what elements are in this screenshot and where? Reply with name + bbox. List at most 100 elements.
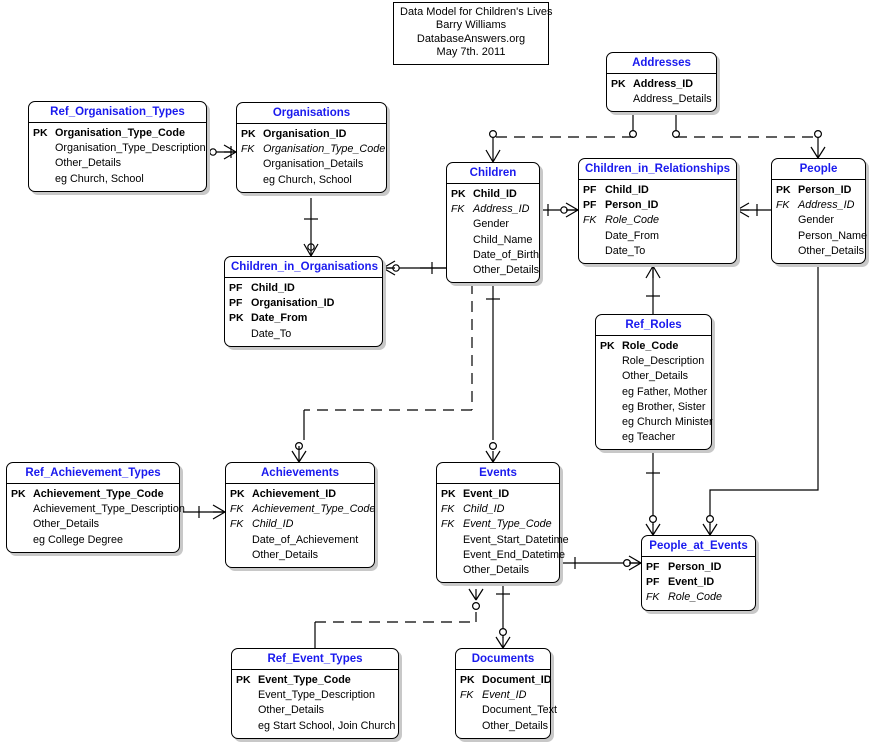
- entity-title-people: People: [772, 159, 865, 180]
- attribute-row: Gender: [451, 217, 534, 232]
- link-organisation-type-to-organisations: [207, 144, 237, 160]
- attribute-name: Person_ID: [798, 184, 852, 196]
- link-children-to-events: [485, 283, 501, 463]
- attribute-key-marker: FK: [230, 503, 244, 516]
- entity-people[interactable]: People PK Person_ID FK Address_ID Gender Per…: [771, 158, 868, 265]
- attribute-key-marker: FK: [460, 689, 474, 702]
- attribute-name: eg Start School, Join Church: [258, 719, 396, 732]
- attribute-name: Date_To: [251, 327, 292, 340]
- attribute-name: Person_Name: [798, 229, 868, 242]
- attribute-key-marker: PK: [441, 488, 456, 500]
- attribute-row: FK Address_ID: [451, 202, 534, 217]
- attribute-name: eg Church, School: [263, 173, 352, 186]
- entity-children[interactable]: Children PK Child_ID FK Address_ID Gender Ch…: [446, 162, 540, 284]
- entity-addresses[interactable]: Addresses PK Address_ID Address_Details: [606, 52, 717, 113]
- attribute-name: eg Father, Mother: [622, 385, 708, 398]
- attribute-row: eg Brother, Sister: [600, 400, 706, 415]
- attribute-row: Date_of_Birth: [451, 248, 539, 263]
- attribute-name: Role_Description: [622, 355, 705, 368]
- attribute-name: Achievement_ID: [252, 488, 337, 500]
- attribute-key-marker: FK: [646, 591, 660, 604]
- attribute-key-marker: FK: [441, 518, 455, 531]
- attribute-list-children_in_relationships: PF Child_ID PF Person_ID FK Role_Code Date_Fr…: [579, 180, 736, 263]
- attribute-name: Date_To: [605, 244, 646, 257]
- attribute-name: Address_ID: [633, 78, 694, 90]
- attribute-name: Gender: [798, 214, 835, 227]
- attribute-row: eg Teacher: [600, 430, 706, 445]
- attribute-row: PK Organisation_ID: [241, 127, 381, 142]
- attribute-key-marker: PK: [451, 188, 466, 200]
- entity-title-children_in_relationships: Children_in_Relationships: [579, 159, 736, 180]
- attribute-name: eg College Degree: [33, 533, 124, 546]
- attribute-row: FK Role_Code: [646, 590, 750, 605]
- attribute-name: Person_ID: [668, 561, 722, 573]
- attribute-row: Other_Details: [460, 719, 549, 734]
- attribute-name: Other_Details: [482, 719, 549, 732]
- attribute-row: eg Father, Mother: [600, 385, 708, 400]
- attribute-row: eg Church Minister: [600, 415, 713, 430]
- er-diagram-canvas: Data Model for Children's Lives Barry Wi…: [0, 0, 871, 746]
- attribute-name: Address_Details: [633, 93, 712, 106]
- link-people-to-children-in-relationships: [736, 202, 771, 218]
- attribute-key-marker: FK: [241, 143, 255, 156]
- entity-people_at_events[interactable]: People_at_Events PF Person_ID PF Event_ID FK R…: [641, 535, 756, 611]
- attribute-row: PK Child_ID: [451, 187, 534, 202]
- link-achievement-types-to-achievements: [180, 504, 226, 520]
- attribute-row: FK Event_ID: [460, 688, 545, 703]
- entity-title-ref_event_types: Ref_Event_Types: [232, 649, 398, 670]
- entity-ref_achievement_types[interactable]: Ref_Achievement_Types PK Achievement_Type_…: [6, 462, 185, 553]
- attribute-key-marker: PK: [600, 340, 615, 352]
- attribute-row: PK Organisation_Type_Code: [33, 126, 201, 141]
- entity-organisations[interactable]: Organisations PK Organisation_ID FK Organisa…: [236, 102, 387, 193]
- attribute-name: Address_ID: [473, 203, 530, 216]
- attribute-row: PK Document_ID: [460, 673, 552, 688]
- attribute-name: Child_ID: [251, 282, 295, 294]
- entity-children_in_relationships[interactable]: Children_in_Relationships PF Child_ID PF Per…: [578, 158, 737, 265]
- entity-ref_event_types[interactable]: Ref_Event_Types PK Event_Type_Code Event_T…: [231, 648, 399, 739]
- attribute-row: PK Event_ID: [441, 487, 554, 502]
- attribute-name: Person_ID: [605, 199, 659, 212]
- attribute-name: Organisation_ID: [263, 128, 347, 140]
- attribute-row: FK Organisation_Type_Code: [241, 142, 385, 157]
- attribute-row: FK Achievement_Type_Code: [230, 502, 375, 517]
- attribute-row: Other_Details: [236, 703, 393, 718]
- attribute-name: Role_Code: [668, 591, 723, 604]
- attribute-row: FK Child_ID: [441, 502, 554, 517]
- attribute-key-marker: PK: [460, 674, 475, 686]
- entity-ref_roles[interactable]: Ref_Roles PK Role_Code Role_Description Ot…: [595, 314, 713, 451]
- entity-children_in_organisations[interactable]: Children_in_Organisations PF Child_ID PF Org…: [224, 256, 383, 347]
- attribute-row: PK Date_From: [229, 311, 377, 326]
- attribute-name: eg Church, School: [55, 172, 144, 185]
- entity-title-achievements: Achievements: [226, 463, 374, 484]
- attribute-name: Address_ID: [798, 199, 855, 212]
- entity-title-events: Events: [437, 463, 559, 484]
- title-line-4: May 7th. 2011: [436, 46, 506, 59]
- attribute-row: eg Church, School: [33, 172, 201, 187]
- attribute-row: Date_To: [229, 327, 377, 342]
- attribute-row: PF Event_ID: [646, 575, 750, 590]
- attribute-key-marker: PK: [776, 184, 791, 196]
- attribute-list-children: PK Child_ID FK Address_ID Gender Child_Name…: [447, 184, 539, 282]
- attribute-key-marker: PF: [229, 297, 243, 310]
- attribute-row: eg Church, School: [241, 173, 381, 188]
- attribute-key-marker: PK: [236, 674, 251, 686]
- entity-achievements[interactable]: Achievements PK Achievement_ID FK Achievemen…: [225, 462, 375, 569]
- attribute-name: Achievement_Type_Description: [33, 503, 185, 516]
- attribute-name: eg Brother, Sister: [622, 400, 706, 413]
- attribute-list-ref_roles: PK Role_Code Role_Description Other_Detai…: [596, 336, 713, 449]
- attribute-list-organisations: PK Organisation_ID FK Organisation_Type_Cod…: [237, 124, 386, 192]
- attribute-row: PK Achievement_Type_Code: [11, 487, 174, 502]
- attribute-row: PK Event_Type_Code: [236, 673, 393, 688]
- attribute-key-marker: PF: [583, 184, 597, 196]
- attribute-name: Date_From: [251, 312, 308, 325]
- entity-ref_organisation_types[interactable]: Ref_Organisation_Types PK Organisation_Typ…: [28, 101, 207, 192]
- attribute-name: Event_Start_Datetime: [463, 533, 569, 546]
- attribute-row: PF Person_ID: [583, 198, 731, 213]
- attribute-key-marker: PK: [241, 128, 256, 140]
- title-line-1: Data Model for Children's Lives: [400, 6, 553, 18]
- entity-documents[interactable]: Documents PK Document_ID FK Event_ID Documen…: [455, 648, 557, 739]
- entity-events[interactable]: Events PK Event_ID FK Child_ID FK Event_Type_C…: [436, 462, 569, 584]
- attribute-row: Other_Details: [33, 156, 201, 171]
- attribute-row: FK Event_Type_Code: [441, 517, 554, 532]
- attribute-key-marker: PK: [611, 78, 626, 90]
